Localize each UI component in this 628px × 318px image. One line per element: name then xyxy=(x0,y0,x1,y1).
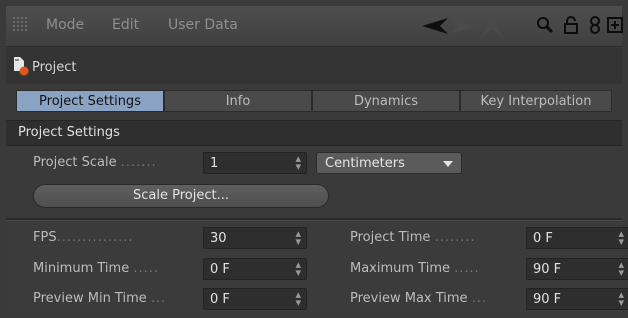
preview-min-time-field[interactable]: 0 F ▴ ▾ xyxy=(203,288,307,310)
scale-project-button[interactable]: Scale Project... xyxy=(33,184,329,208)
left-arrow-icon[interactable] xyxy=(422,18,448,34)
up-arrow-icon[interactable] xyxy=(482,14,502,36)
unit-dropdown[interactable]: Centimeters xyxy=(316,152,462,174)
minimum-time-field[interactable]: 0 F ▴ ▾ xyxy=(203,258,307,280)
preview-min-time-label: Preview Min Time ... xyxy=(33,291,167,306)
tab-dynamics[interactable]: Dynamics xyxy=(312,90,460,112)
minimum-time-label: Minimum Time ..... xyxy=(33,261,160,276)
tab-info[interactable]: Info xyxy=(164,90,312,112)
project-scale-field[interactable]: 1 ▴ ▾ xyxy=(203,152,307,174)
project-scale-label: Project Scale ....... xyxy=(33,155,157,170)
project-icon xyxy=(14,57,29,76)
stepper-icon[interactable]: ▴ ▾ xyxy=(618,259,624,278)
menu-user-data[interactable]: User Data xyxy=(168,17,238,33)
object-name: Project xyxy=(32,60,77,75)
chevron-down-icon xyxy=(443,161,453,167)
project-time-field[interactable]: 0 F ▴ ▾ xyxy=(526,227,628,249)
attribute-menubar: Mode Edit User Data xyxy=(6,6,624,47)
stepper-icon[interactable]: ▴ ▾ xyxy=(618,289,624,308)
grip-handle[interactable] xyxy=(12,16,28,32)
tab-bar: Project Settings Info Dynamics Key Inter… xyxy=(16,90,612,112)
project-time-label: Project Time ........ xyxy=(350,230,476,245)
link-icon[interactable] xyxy=(586,16,604,34)
stepper-icon[interactable]: ▴ ▾ xyxy=(295,153,301,172)
tab-project-settings[interactable]: Project Settings xyxy=(16,90,164,112)
lock-icon[interactable] xyxy=(562,16,580,34)
object-header: Project xyxy=(6,48,622,84)
fps-label: FPS............... xyxy=(33,230,134,245)
menu-edit[interactable]: Edit xyxy=(112,17,139,33)
maximum-time-field[interactable]: 90 F ▴ ▾ xyxy=(526,258,628,280)
fps-field[interactable]: 30 ▴ ▾ xyxy=(203,227,307,249)
tab-key-interpolation[interactable]: Key Interpolation xyxy=(460,90,612,112)
maximum-time-label: Maximum Time ..... xyxy=(350,261,480,276)
stepper-icon[interactable]: ▴ ▾ xyxy=(618,228,624,247)
new-panel-icon[interactable] xyxy=(606,16,624,34)
menu-mode[interactable]: Mode xyxy=(46,17,84,33)
preview-max-time-field[interactable]: 90 F ▴ ▾ xyxy=(526,288,628,310)
preview-max-time-label: Preview Max Time ... xyxy=(350,291,488,306)
section-title: Project Settings xyxy=(18,125,120,140)
stepper-icon[interactable]: ▴ ▾ xyxy=(295,259,301,278)
stepper-icon[interactable]: ▴ ▾ xyxy=(295,289,301,308)
stepper-icon[interactable]: ▴ ▾ xyxy=(295,228,301,247)
search-icon[interactable] xyxy=(536,16,554,34)
right-arrow-icon[interactable] xyxy=(450,18,476,34)
section-header[interactable]: Project Settings xyxy=(6,120,622,146)
